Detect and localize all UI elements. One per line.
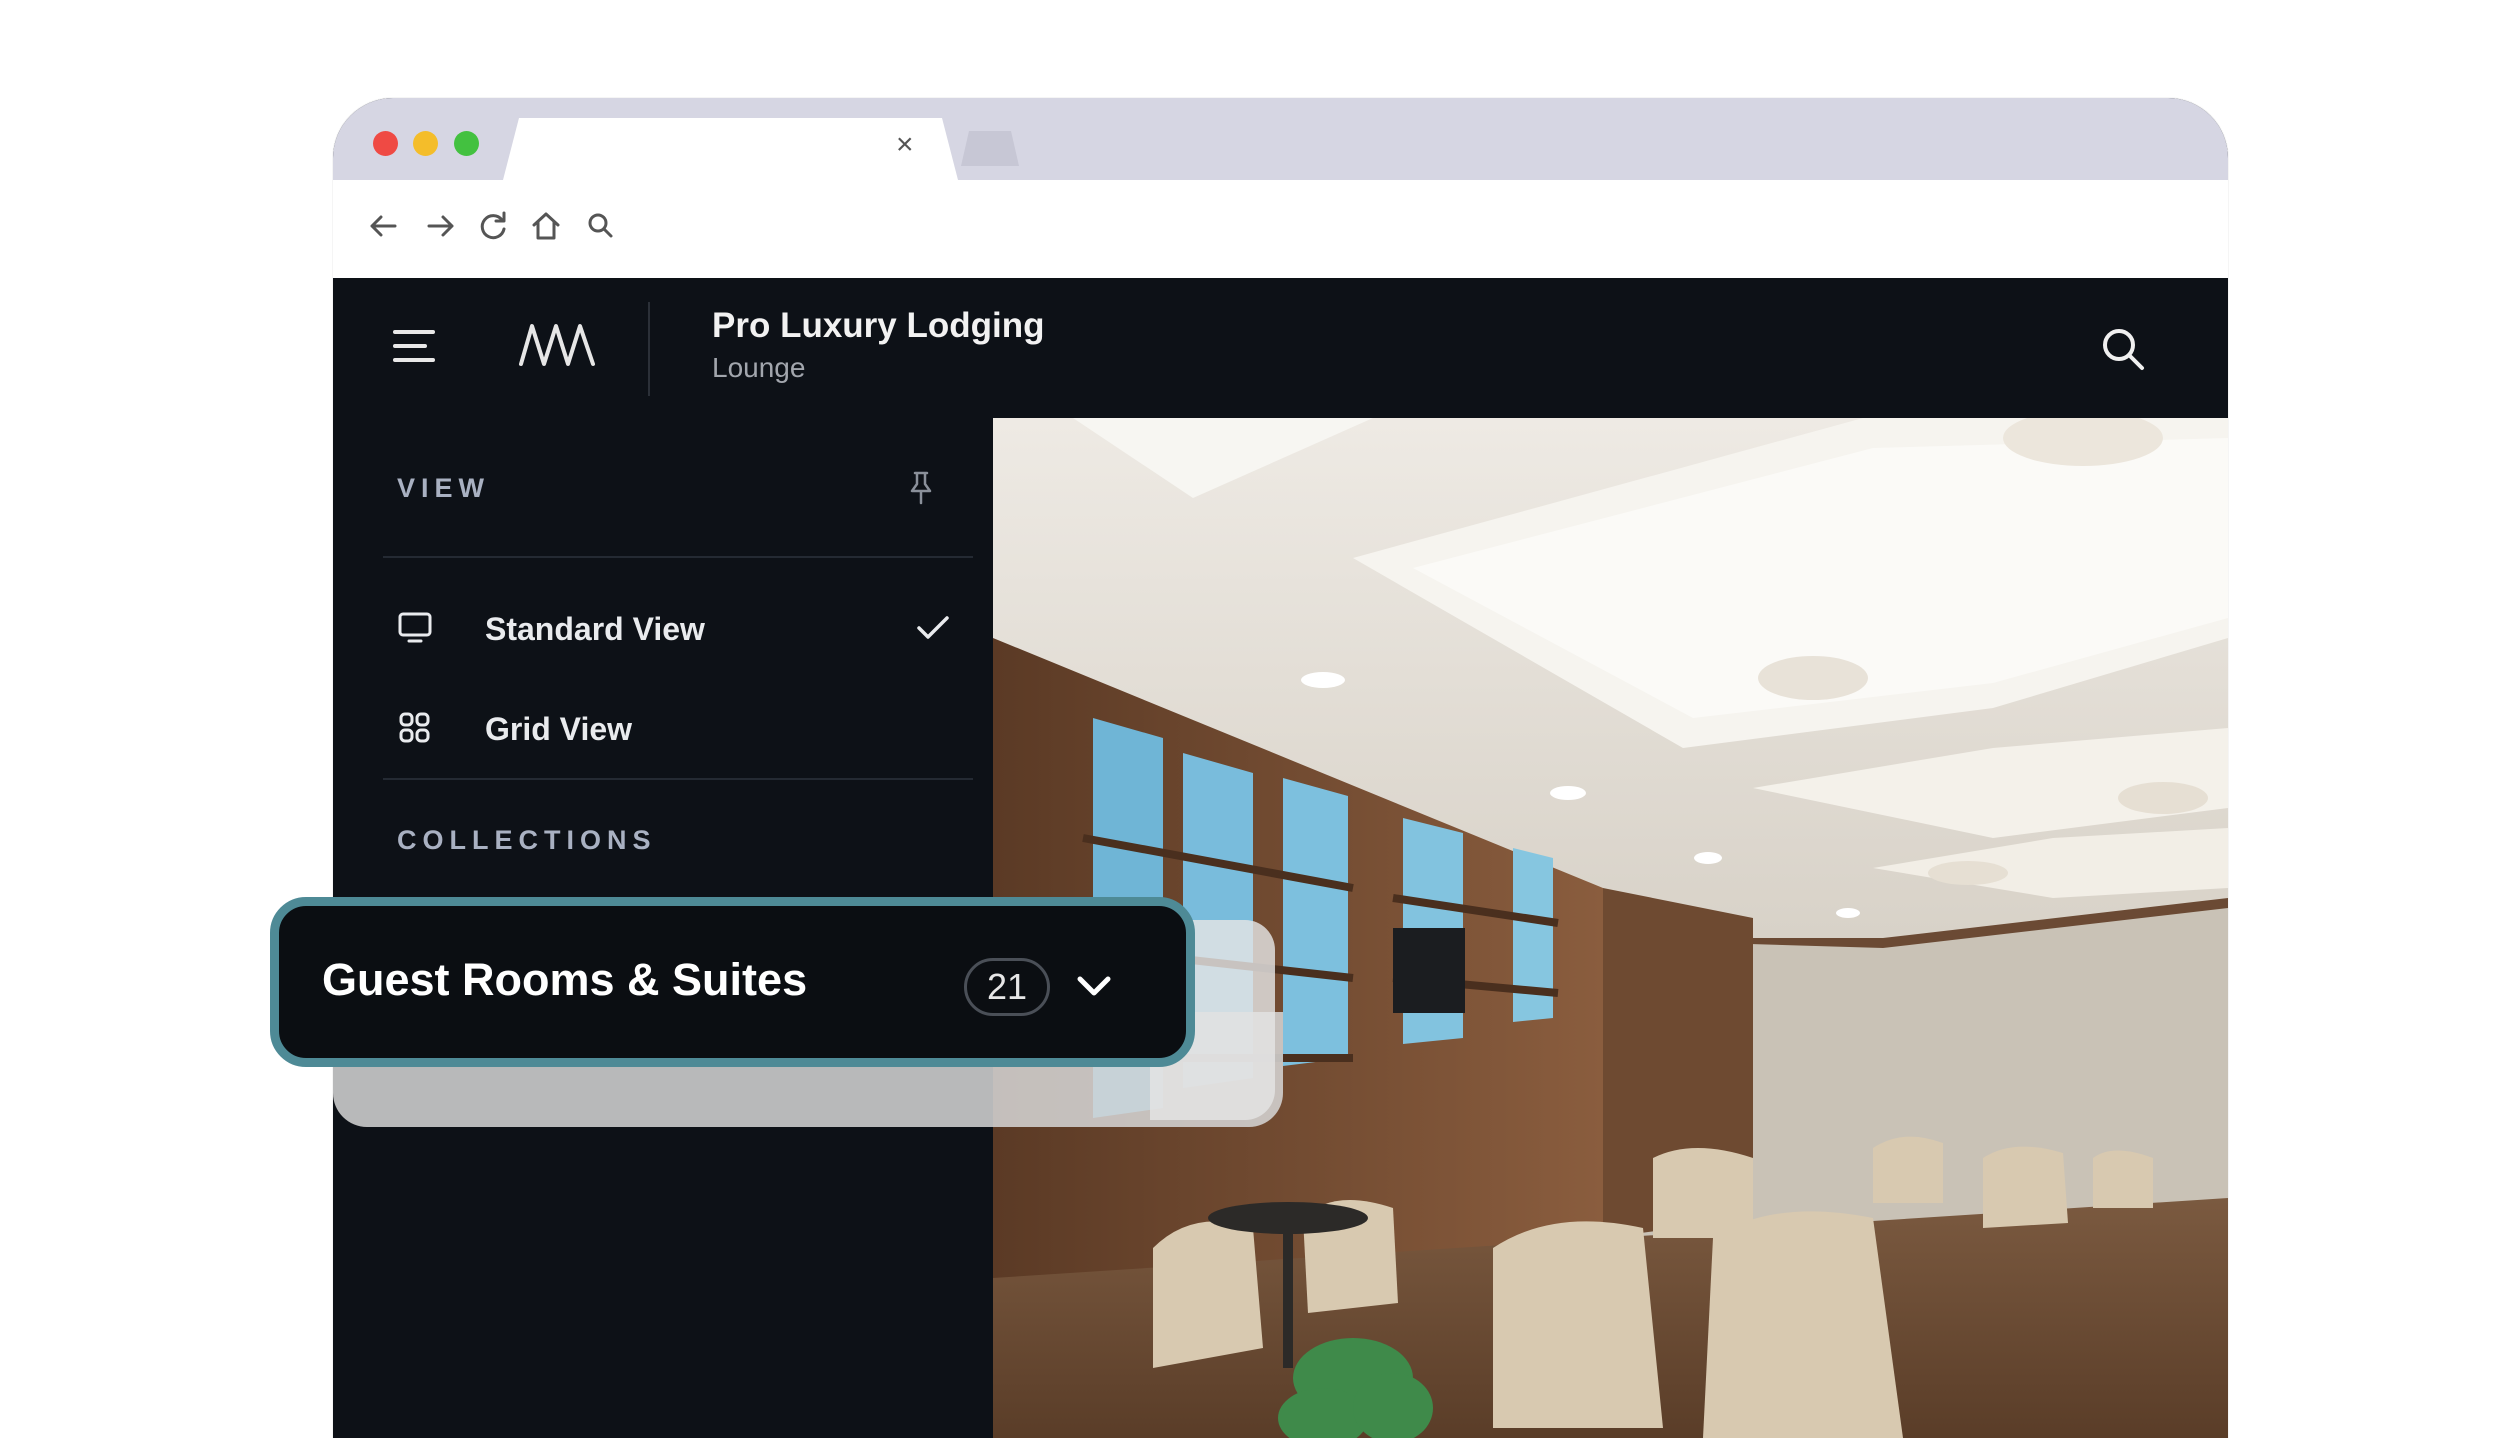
browser-window: × Pro Luxury Lodging Lounge VIEW Standar… bbox=[333, 98, 2228, 1438]
checkmark-icon bbox=[917, 616, 949, 639]
monitor-icon bbox=[398, 612, 432, 643]
brand-logo-icon[interactable] bbox=[518, 320, 596, 370]
standard-view-option[interactable]: Standard View bbox=[383, 593, 973, 663]
location-subtitle: Lounge bbox=[712, 352, 806, 383]
grid-view-option[interactable]: Grid View bbox=[383, 693, 973, 763]
window-maximize-dot[interactable] bbox=[454, 131, 479, 156]
browser-nav-bar bbox=[333, 180, 2228, 278]
app-header: Pro Luxury Lodging Lounge bbox=[333, 278, 2228, 418]
standard-view-label: Standard View bbox=[485, 611, 705, 647]
forward-arrow-icon[interactable] bbox=[423, 208, 459, 244]
collection-count-badge: 21 bbox=[964, 958, 1050, 1016]
header-divider bbox=[648, 302, 650, 396]
tab-close-icon[interactable]: × bbox=[896, 130, 914, 160]
collection-label: Guest Rooms & Suites bbox=[322, 954, 808, 1005]
hamburger-menu-icon[interactable] bbox=[393, 330, 435, 364]
divider bbox=[383, 778, 973, 780]
property-title: Pro Luxury Lodging bbox=[712, 306, 1045, 345]
search-icon[interactable] bbox=[2098, 324, 2148, 374]
back-arrow-icon[interactable] bbox=[365, 208, 401, 244]
window-close-dot[interactable] bbox=[373, 131, 398, 156]
grid-icon bbox=[399, 712, 430, 743]
browser-tab-new[interactable] bbox=[961, 131, 1019, 166]
view-heading: VIEW bbox=[397, 473, 491, 503]
browser-tab-active[interactable] bbox=[503, 118, 958, 180]
divider bbox=[383, 556, 973, 558]
browser-tab-bar: × bbox=[333, 98, 2228, 180]
collections-heading: COLLECTIONS bbox=[397, 825, 657, 855]
search-icon[interactable] bbox=[583, 208, 619, 244]
collection-row-guest-rooms[interactable]: Guest Rooms & Suites 21 bbox=[270, 897, 1195, 1067]
grid-view-label: Grid View bbox=[485, 711, 633, 747]
home-icon[interactable] bbox=[528, 208, 564, 244]
reload-icon[interactable] bbox=[475, 208, 511, 244]
window-minimize-dot[interactable] bbox=[413, 131, 438, 156]
chevron-down-icon[interactable] bbox=[1074, 972, 1114, 1000]
pin-icon[interactable] bbox=[906, 470, 936, 506]
